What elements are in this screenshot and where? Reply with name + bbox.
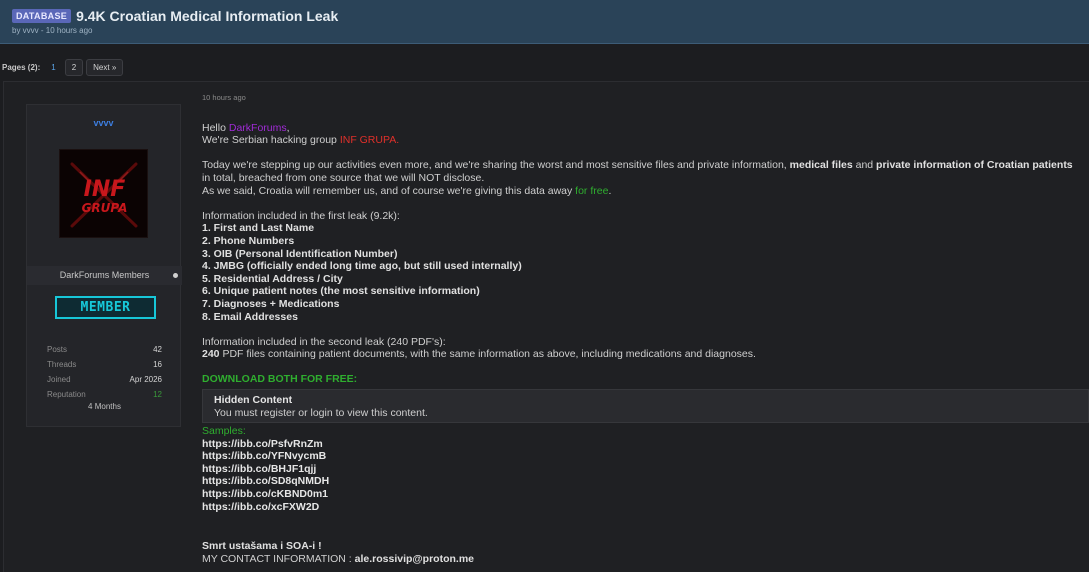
paragraph-2: in total, breached from one source that …	[202, 171, 485, 184]
stat-value[interactable]: 16	[153, 357, 162, 372]
avatar-text-grupa: GRUPA	[82, 201, 128, 215]
stat-label: Reputation	[47, 390, 86, 399]
usergroup-text: DarkForums Members	[59, 270, 150, 280]
leak1-heading: Information included in the first leak (…	[202, 209, 400, 222]
list-item: 3. OIB (Personal Identification Number)	[202, 247, 398, 260]
page-1-link[interactable]: 1	[45, 60, 61, 75]
list-item: 5. Residential Address / City	[202, 272, 343, 285]
download-heading: DOWNLOAD BOTH FOR FREE:	[202, 373, 358, 386]
list-item: 1. First and Last Name	[202, 222, 315, 235]
sample-link[interactable]: https://ibb.co/xcFXW2D	[202, 501, 1089, 514]
signature-line: Smrt ustašama i SOA-i !	[202, 540, 322, 553]
stat-joined: Joined Apr 2026	[47, 372, 162, 387]
post-body: 10 hours ago Hello DarkForums, We're Ser…	[202, 92, 1089, 565]
thread-title: 9.4K Croatian Medical Information Leak	[76, 8, 339, 24]
title-row: DATABASE 9.4K Croatian Medical Informati…	[12, 8, 1077, 24]
list-item: 4. JMBG (officially ended long time ago,…	[202, 260, 522, 273]
stat-label: Joined	[47, 375, 71, 384]
list-item: 8. Email Addresses	[202, 310, 298, 323]
post-timestamp[interactable]: 10 hours ago	[202, 92, 1089, 105]
paragraph-1: Today we're stepping up our activities e…	[202, 159, 1073, 172]
next-page-link[interactable]: Next »	[86, 59, 124, 76]
contact-email[interactable]: ale.rossivip@proton.me	[355, 553, 474, 565]
pages-label: Pages (2):	[2, 63, 41, 72]
hidden-content-title: Hidden Content	[214, 394, 293, 407]
list-item: 2. Phone Numbers	[202, 234, 295, 247]
list-item: 7. Diagnoses + Medications	[202, 297, 340, 310]
greeting-line: Hello DarkForums,	[202, 121, 290, 134]
stat-threads: Threads 16	[47, 357, 162, 372]
author-username[interactable]: vvvv	[27, 118, 180, 128]
avatar-text-inf: INF	[84, 177, 126, 202]
hidden-content-box[interactable]: Hidden Content You must register or logi…	[202, 389, 1089, 424]
for-free-text: for free	[575, 184, 609, 197]
member-badge: MEMBER	[55, 296, 156, 319]
page-2-link[interactable]: 2	[64, 59, 84, 76]
sample-link[interactable]: https://ibb.co/cKBND0m1	[202, 488, 1089, 501]
sample-link[interactable]: https://ibb.co/BHJF1qjj	[202, 463, 1089, 476]
stat-value: Apr 2026	[129, 375, 162, 384]
thread-header: DATABASE 9.4K Croatian Medical Informati…	[0, 0, 1089, 44]
time-online: 4 Months	[88, 402, 121, 411]
samples-label: Samples:	[202, 425, 246, 438]
pagination: Pages (2): 1 2 Next »	[2, 59, 126, 76]
stat-label: Threads	[47, 360, 77, 369]
stat-reputation: Reputation 12	[47, 387, 162, 402]
thread-byline: by vvvv - 10 hours ago	[12, 26, 93, 35]
sample-link[interactable]: https://ibb.co/SD8qNMDH	[202, 475, 1089, 488]
sample-link[interactable]: https://ibb.co/YFNvycmB	[202, 450, 1089, 463]
hidden-content-message: You must register or login to view this …	[214, 406, 428, 419]
paragraph-3: As we said, Croatia will remember us, an…	[202, 184, 612, 197]
usergroup-label: DarkForums Members	[27, 266, 182, 285]
stat-posts: Posts 42	[47, 342, 162, 357]
author-stats: Posts 42 Threads 16 Joined Apr 2026 Repu…	[47, 342, 162, 411]
author-panel: vvvv INF GRUPA DarkForums Members MEMBER…	[26, 104, 182, 427]
stat-value[interactable]: 42	[153, 342, 162, 357]
list-item: 6. Unique patient notes (the most sensit…	[202, 285, 480, 298]
stat-value[interactable]: 12	[153, 387, 162, 402]
thread-prefix-badge[interactable]: DATABASE	[12, 9, 72, 23]
contact-line: MY CONTACT INFORMATION : ale.rossivip@pr…	[202, 552, 474, 565]
leak2-description: 240 PDF files containing patient documen…	[202, 348, 756, 361]
online-status-icon	[173, 273, 178, 278]
leak2-heading: Information included in the second leak …	[202, 335, 446, 348]
inf-grupa-logo-icon: INF GRUPA	[60, 150, 147, 237]
group-name: INF GRUPA.	[339, 134, 400, 147]
stat-label: Posts	[47, 345, 68, 354]
intro-line: We're Serbian hacking group INF GRUPA.	[202, 134, 400, 147]
avatar[interactable]: INF GRUPA	[59, 149, 148, 238]
sample-link[interactable]: https://ibb.co/PsfvRnZm	[202, 438, 1089, 451]
forum-name: DarkForums	[228, 121, 287, 134]
